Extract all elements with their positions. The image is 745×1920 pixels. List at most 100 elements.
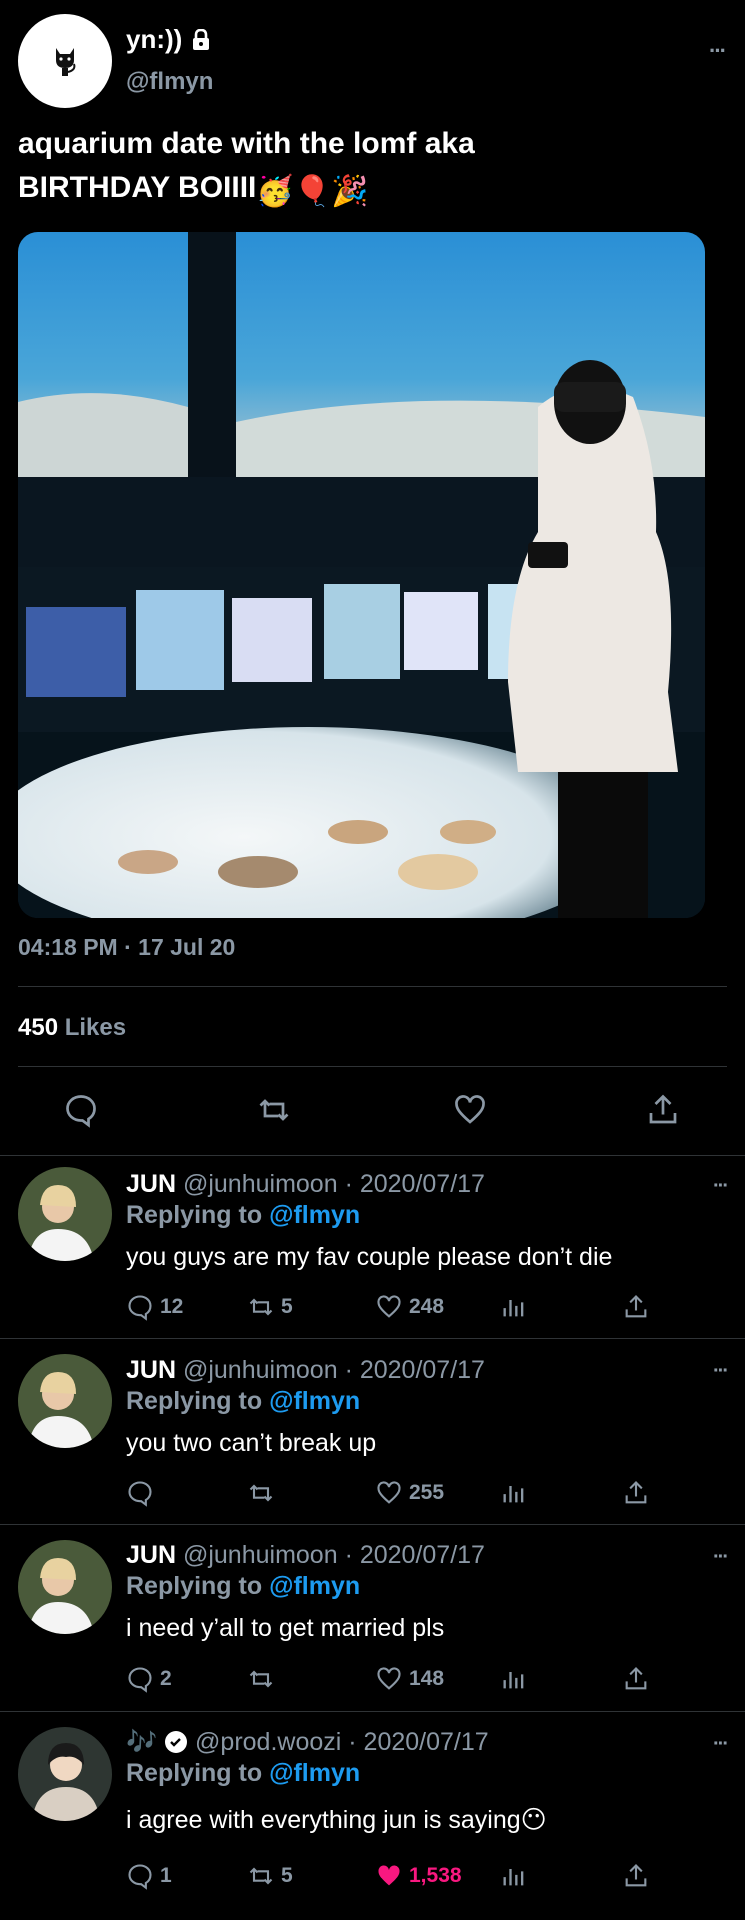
replying-to-handle[interactable]: @flmyn bbox=[269, 1759, 360, 1787]
reply-header[interactable]: JUN @junhuimoon · 2020/07/17 bbox=[126, 1356, 485, 1385]
retweet-icon bbox=[249, 1670, 273, 1688]
share-button[interactable] bbox=[622, 1664, 650, 1694]
likes-count: 450 bbox=[18, 1014, 59, 1041]
reply-tweet[interactable]: JUN @junhuimoon · 2020/07/17 ··· Replyin… bbox=[0, 1155, 745, 1338]
tweet-photo[interactable] bbox=[18, 232, 705, 918]
retweet-count: 5 bbox=[281, 1864, 293, 1887]
reply-tweet[interactable]: JUN @junhuimoon · 2020/07/17 ··· Replyin… bbox=[0, 1338, 745, 1524]
analytics-icon bbox=[503, 1672, 524, 1689]
reply-author-name: JUN bbox=[126, 1541, 177, 1569]
reply-button[interactable]: 1 bbox=[126, 1861, 172, 1891]
replying-to: Replying to @flmyn bbox=[126, 1572, 360, 1601]
retweet-button[interactable]: 5 bbox=[247, 1861, 293, 1891]
retweet-icon bbox=[249, 1867, 273, 1885]
replying-prefix: Replying to bbox=[126, 1572, 263, 1600]
like-button[interactable]: 255 bbox=[375, 1478, 444, 1508]
more-icon[interactable]: ··· bbox=[713, 1733, 729, 1756]
replying-to-handle[interactable]: @flmyn bbox=[269, 1201, 360, 1229]
like-icon bbox=[377, 1667, 401, 1690]
share-icon[interactable] bbox=[643, 1090, 683, 1130]
analytics-icon bbox=[503, 1486, 524, 1503]
more-icon[interactable]: ··· bbox=[709, 38, 727, 64]
avatar[interactable] bbox=[18, 1354, 112, 1448]
reply-date: · 2020/07/17 bbox=[348, 1728, 489, 1756]
like-button[interactable]: 248 bbox=[375, 1292, 444, 1322]
share-icon bbox=[625, 1481, 647, 1504]
reply-count: 12 bbox=[160, 1295, 184, 1318]
analytics-button[interactable] bbox=[500, 1292, 528, 1322]
analytics-icon bbox=[503, 1300, 524, 1317]
avatar[interactable] bbox=[18, 1727, 112, 1821]
reply-icon[interactable] bbox=[61, 1090, 101, 1130]
retweet-button[interactable]: 5 bbox=[247, 1292, 293, 1322]
aquarium-photo-image bbox=[18, 232, 705, 918]
like-count: 1,538 bbox=[409, 1864, 462, 1887]
reply-date: · 2020/07/17 bbox=[344, 1356, 485, 1384]
tweet-text-line-2: BIRTHDAY BOIIII🥳🎈🎉 bbox=[18, 166, 718, 214]
reply-icon bbox=[128, 1667, 152, 1693]
reply-button[interactable]: 12 bbox=[126, 1292, 183, 1322]
replying-to: Replying to @flmyn bbox=[126, 1759, 360, 1788]
author-name: yn:)) bbox=[126, 24, 183, 54]
replying-to-handle[interactable]: @flmyn bbox=[269, 1572, 360, 1600]
tweet-text: aquarium date with the lomf aka BIRTHDAY… bbox=[18, 122, 718, 214]
reply-count: 2 bbox=[160, 1667, 172, 1690]
replying-to-handle[interactable]: @flmyn bbox=[269, 1387, 360, 1415]
analytics-button[interactable] bbox=[500, 1861, 528, 1891]
retweet-icon[interactable] bbox=[254, 1090, 294, 1130]
reply-text: you two can’t break up bbox=[126, 1429, 377, 1457]
retweet-icon bbox=[249, 1298, 273, 1316]
divider bbox=[18, 986, 727, 987]
reply-count: 1 bbox=[160, 1864, 172, 1887]
like-count: 248 bbox=[409, 1295, 445, 1318]
reply-tweet[interactable]: JUN @junhuimoon · 2020/07/17 ··· Replyin… bbox=[0, 1524, 745, 1711]
tweet-text-line-1: aquarium date with the lomf aka bbox=[18, 127, 475, 160]
tweet-timestamp[interactable]: 04:18 PM · 17 Jul 20 bbox=[18, 934, 235, 961]
share-button[interactable] bbox=[622, 1478, 650, 1508]
reply-text: i agree with everything jun is saying😶 bbox=[126, 1806, 547, 1834]
share-icon bbox=[625, 1295, 647, 1318]
author-avatar[interactable] bbox=[18, 14, 112, 108]
like-count: 148 bbox=[409, 1667, 445, 1690]
reply-header[interactable]: JUN @junhuimoon · 2020/07/17 bbox=[126, 1170, 485, 1199]
like-icon bbox=[378, 1865, 400, 1886]
analytics-icon bbox=[503, 1869, 524, 1886]
avatar[interactable] bbox=[18, 1167, 112, 1261]
retweet-button[interactable] bbox=[247, 1664, 281, 1694]
more-icon[interactable]: ··· bbox=[713, 1546, 729, 1569]
reply-tweet[interactable]: 🎶 @prod.woozi · 2020/07/17 ··· Replying … bbox=[0, 1711, 745, 1920]
replying-prefix: Replying to bbox=[126, 1387, 263, 1415]
share-button[interactable] bbox=[622, 1861, 650, 1891]
reply-button[interactable] bbox=[126, 1478, 160, 1508]
verified-icon bbox=[165, 1731, 188, 1753]
more-icon[interactable]: ··· bbox=[713, 1360, 729, 1383]
share-icon bbox=[625, 1667, 647, 1690]
replying-to: Replying to @flmyn bbox=[126, 1201, 360, 1230]
main-tweet-actions bbox=[0, 1090, 745, 1134]
retweet-button[interactable] bbox=[247, 1478, 281, 1508]
author-name-row[interactable]: yn:)) bbox=[126, 24, 212, 55]
reply-icon bbox=[128, 1295, 152, 1321]
tweet-detail-screen: yn:)) @flmyn ··· aquarium date with the … bbox=[0, 0, 745, 1920]
like-icon[interactable] bbox=[450, 1090, 490, 1130]
reply-author-name: JUN bbox=[126, 1356, 177, 1384]
reply-date: · 2020/07/17 bbox=[344, 1170, 485, 1198]
reply-author-handle: @junhuimoon bbox=[182, 1541, 338, 1569]
analytics-button[interactable] bbox=[500, 1478, 528, 1508]
reply-header[interactable]: JUN @junhuimoon · 2020/07/17 bbox=[126, 1541, 485, 1570]
analytics-button[interactable] bbox=[500, 1664, 528, 1694]
reply-icon bbox=[128, 1481, 152, 1507]
retweet-count: 5 bbox=[281, 1295, 293, 1318]
more-icon[interactable]: ··· bbox=[713, 1175, 729, 1198]
share-button[interactable] bbox=[622, 1292, 650, 1322]
avatar[interactable] bbox=[18, 1540, 112, 1634]
like-button[interactable]: 1,538 bbox=[375, 1861, 462, 1891]
author-handle[interactable]: @flmyn bbox=[126, 68, 213, 96]
reply-author-handle: @junhuimoon bbox=[182, 1170, 338, 1198]
likes-count-row[interactable]: 450 Likes bbox=[18, 1014, 126, 1042]
reply-header[interactable]: 🎶 @prod.woozi · 2020/07/17 bbox=[126, 1728, 489, 1757]
like-button[interactable]: 148 bbox=[375, 1664, 444, 1694]
replying-to: Replying to @flmyn bbox=[126, 1387, 360, 1416]
reply-button[interactable]: 2 bbox=[126, 1664, 172, 1694]
reply-text: you guys are my fav couple please don’t … bbox=[126, 1243, 613, 1271]
